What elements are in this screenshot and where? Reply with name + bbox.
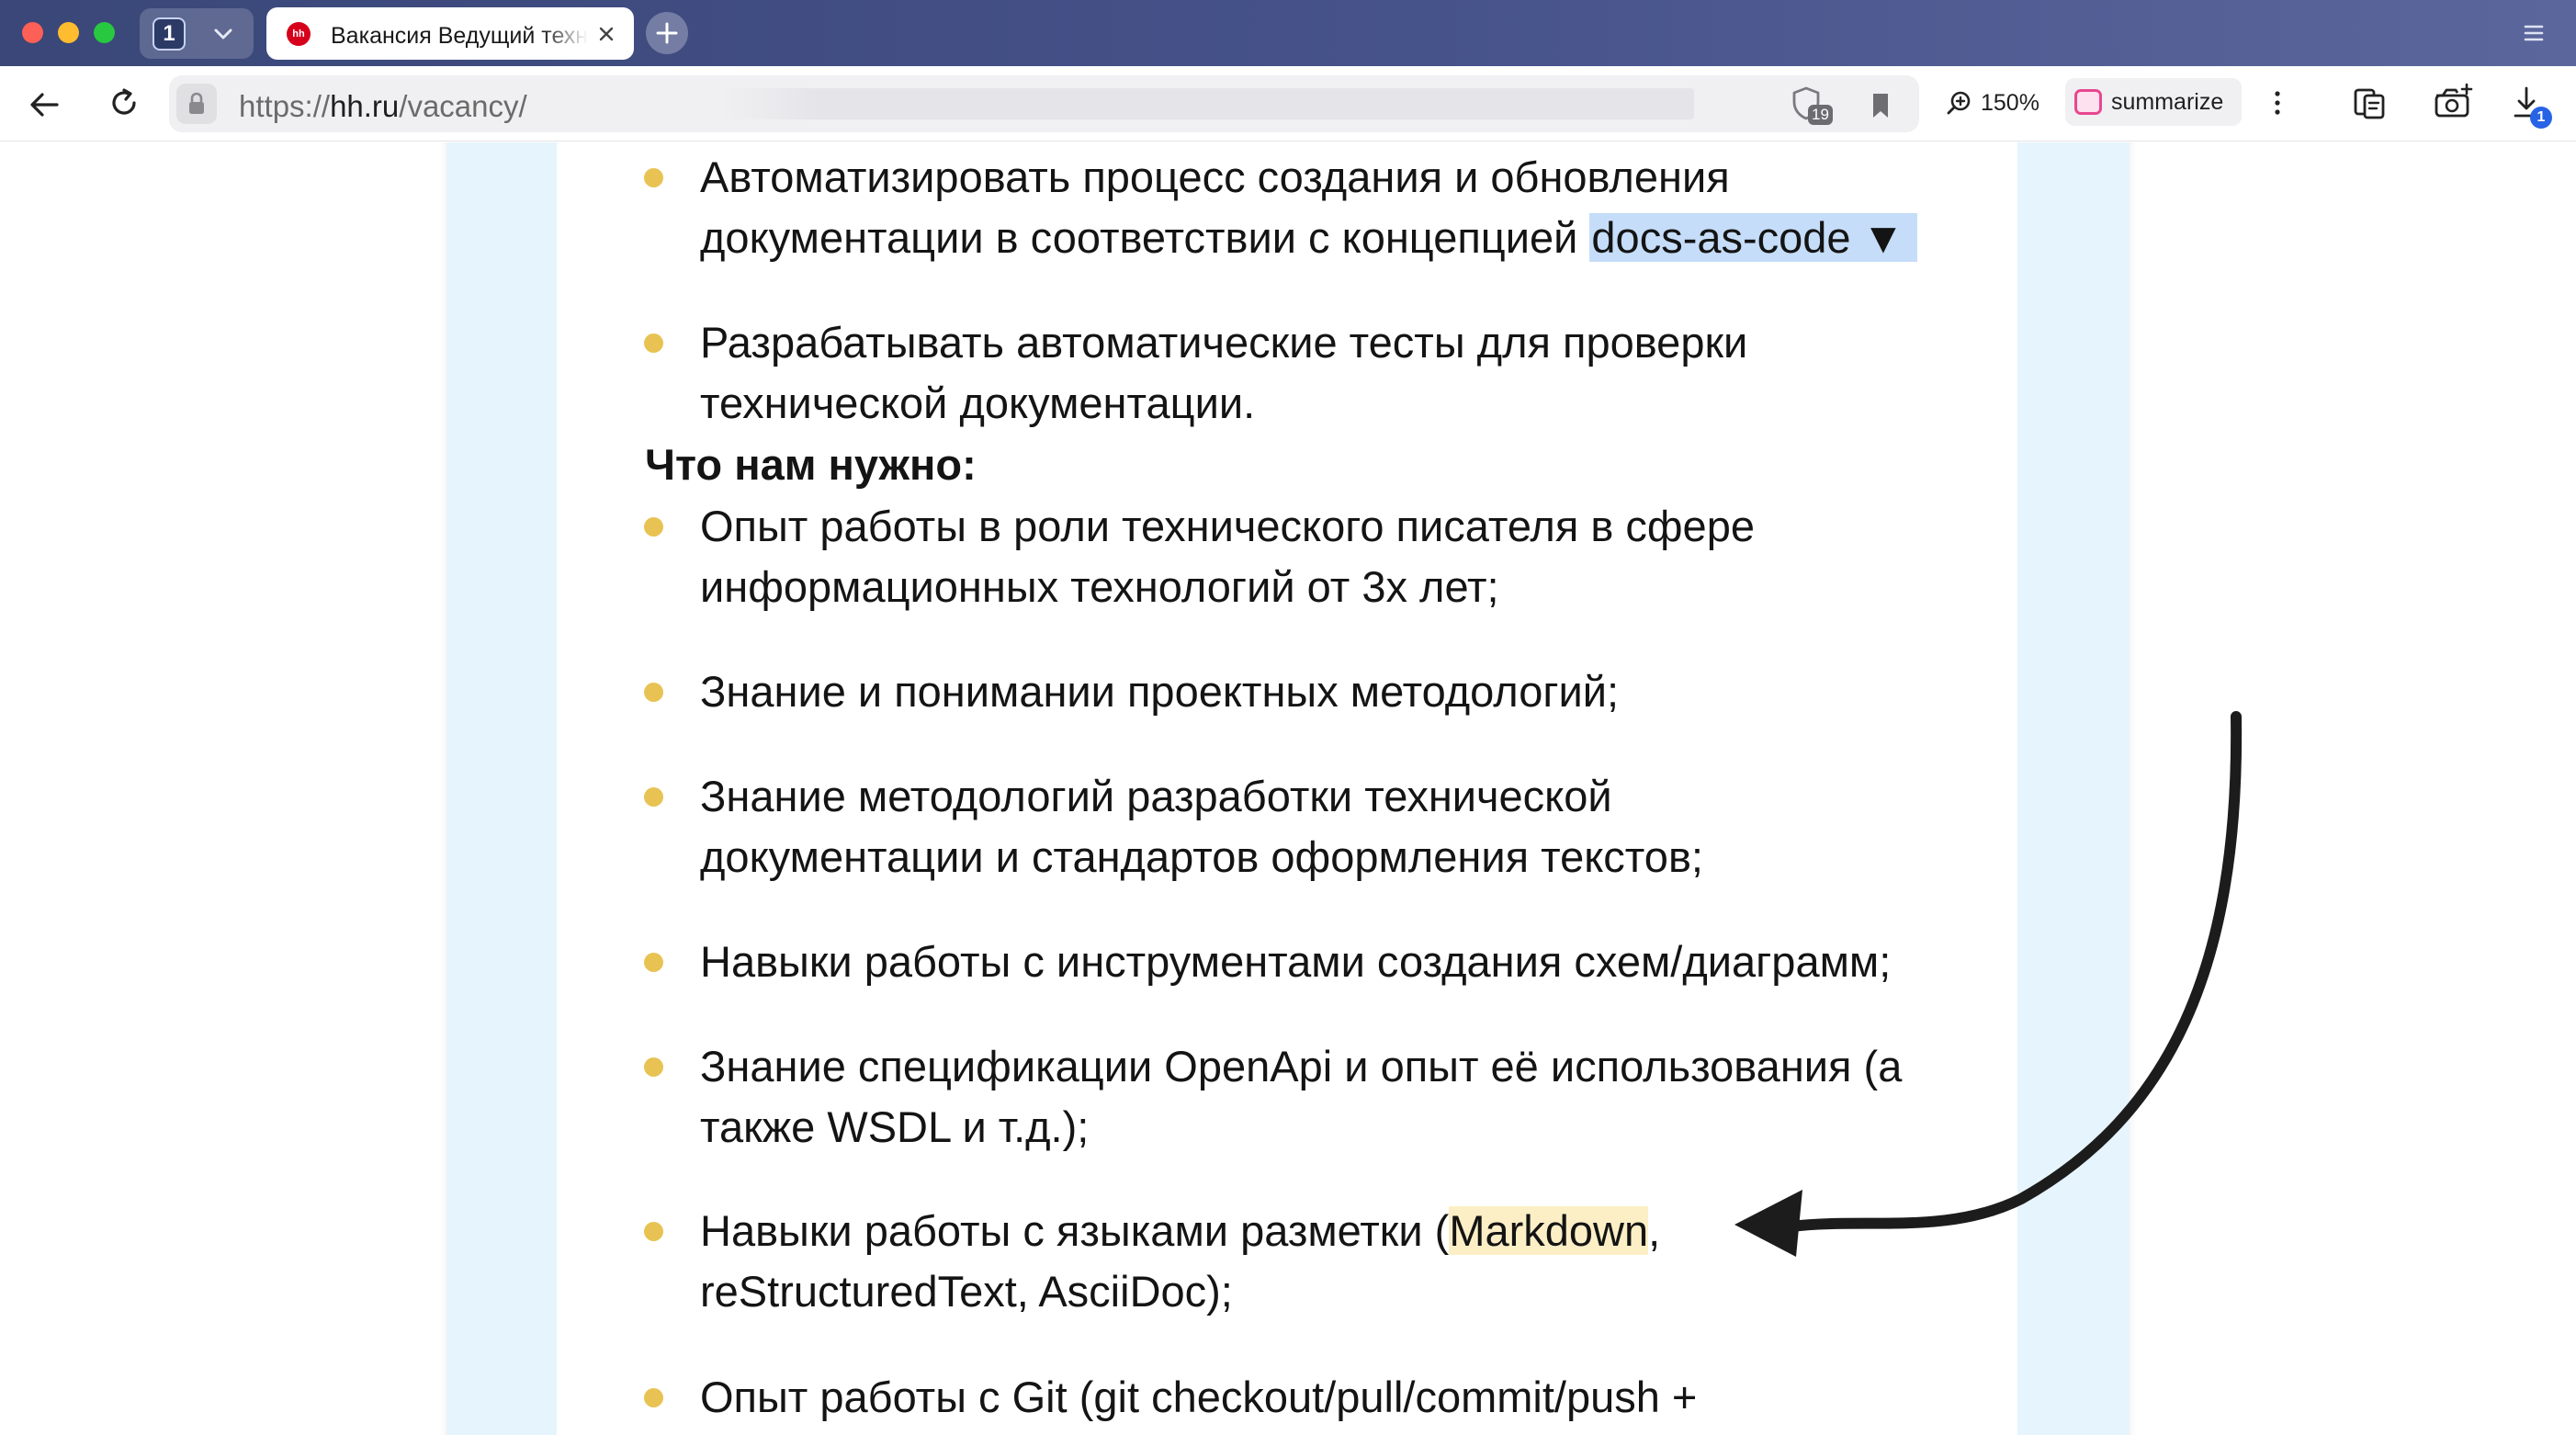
- highlighted-text-markdown: Markdown: [1449, 1206, 1649, 1255]
- bullet-dot: [644, 1057, 663, 1077]
- url-scheme: https://: [239, 89, 331, 123]
- site-info-button[interactable]: [176, 84, 217, 124]
- browser-menu-button[interactable]: [2517, 18, 2550, 48]
- reader-icon: [2354, 88, 2385, 119]
- downloads-count-badge: 1: [2530, 107, 2552, 129]
- browser-toolbar: https://hh.ru/vacancy/ 19 150% summarize: [0, 66, 2576, 141]
- reload-button[interactable]: [104, 83, 144, 123]
- hh-favicon-icon: hh: [287, 22, 311, 46]
- list-item-text: Разрабатывать автоматические тесты для п…: [700, 312, 1940, 434]
- list-item-text: Опыт работы в роли технического писателя…: [700, 496, 1940, 617]
- downloads-button[interactable]: 1: [2508, 81, 2554, 129]
- tab-group: 1: [140, 8, 254, 59]
- url-host: hh.ru: [330, 89, 400, 123]
- tab-close-button[interactable]: [595, 23, 617, 45]
- list-item-line: Знание и понимании проектных методологий…: [700, 667, 1620, 716]
- list-item-text: Знание и понимании проектных методологий…: [700, 661, 1940, 722]
- list-item-line: Опыт работы в роли технического писателя…: [700, 502, 1755, 550]
- list-item-text: Знание спецификации OpenApi и опыт её ис…: [700, 1036, 1940, 1158]
- url-text[interactable]: https://hh.ru/vacancy/: [239, 89, 527, 124]
- close-icon: [599, 27, 614, 41]
- bookmark-icon: [1873, 94, 1888, 118]
- chevron-down-icon: [214, 28, 232, 40]
- zoom-indicator-button[interactable]: 150%: [1935, 79, 2054, 127]
- list-item-text: Опыт работы с Git (git checkout/pull/com…: [700, 1367, 1940, 1428]
- tab-title: Вакансия Ведущий технический писатель: [331, 23, 588, 49]
- list-item-line: технической документации.: [700, 379, 1256, 427]
- list-item-line: Навыки работы с языками разметки (Markdo…: [700, 1201, 1940, 1261]
- bullet-dot: [644, 333, 663, 353]
- list-item-text: Навыки работы с языками разметки (Markdo…: [700, 1201, 1940, 1322]
- tracker-protection-button[interactable]: 19: [1788, 85, 1834, 127]
- zoom-level: 150%: [1981, 90, 2039, 116]
- summarize-label: summarize: [2111, 89, 2224, 115]
- reader-mode-button[interactable]: [2348, 81, 2392, 125]
- list-item-line: Опыт работы с Git (git checkout/pull/com…: [700, 1373, 1698, 1421]
- list-item-line: информационных технологий от 3х лет;: [700, 562, 1499, 611]
- list-item-line: Знание спецификации OpenApi и опыт её ис…: [700, 1042, 1903, 1090]
- tracker-count-badge: 19: [1808, 105, 1833, 125]
- vacancy-description: Автоматизировать процесс создания и обно…: [0, 142, 2576, 1435]
- page-viewport[interactable]: Автоматизировать процесс создания и обно…: [0, 142, 2576, 1435]
- list-item-text: Автоматизировать процесс создания и обно…: [700, 147, 1940, 268]
- list-item-line: reStructuredText, AsciiDoc);: [700, 1267, 1233, 1316]
- more-options-button[interactable]: [2264, 83, 2291, 123]
- reload-icon: [112, 88, 136, 115]
- list-item-text: Навыки работы с инструментами создания с…: [700, 932, 1940, 992]
- more-vertical-icon: [2275, 91, 2280, 115]
- selection-dropdown-caret[interactable]: ▼: [1854, 213, 1918, 262]
- selected-text-docs-as-code[interactable]: docs-as-code: [1589, 213, 1855, 262]
- summarize-button[interactable]: summarize: [2065, 78, 2242, 126]
- bullet-dot: [644, 1222, 663, 1241]
- bookmark-button[interactable]: [1865, 88, 1896, 123]
- bullet-dot: [644, 787, 663, 807]
- bullet-dot: [644, 683, 663, 702]
- camera-plus-icon: [2435, 83, 2473, 118]
- bullet-dot: [644, 168, 663, 187]
- list-item-line: Навыки работы с инструментами создания с…: [700, 937, 1892, 986]
- url-path: /vacancy/: [399, 89, 527, 123]
- list-item-line: документации в соответствии с концепцией…: [700, 208, 1940, 268]
- new-tab-button[interactable]: [646, 12, 688, 54]
- list-item-fragment: ,: [1648, 1206, 1661, 1255]
- hamburger-menu-icon: [2524, 25, 2544, 41]
- tab-counter-button[interactable]: 1: [153, 17, 186, 51]
- list-item-fragment: документации в соответствии с концепцией: [700, 213, 1590, 262]
- list-item-line: Автоматизировать процесс создания и обно…: [700, 153, 1730, 201]
- minimize-window-button[interactable]: [58, 22, 79, 43]
- list-item-line: документации и стандартов оформления тек…: [700, 832, 1703, 881]
- arrow-left-icon: [30, 93, 59, 117]
- active-tab[interactable]: hh Вакансия Ведущий технический писатель: [266, 7, 634, 60]
- list-item-line: Знание методологий разработки техническо…: [700, 772, 1612, 820]
- back-button[interactable]: [24, 85, 64, 125]
- list-item-text: Знание методологий разработки техническо…: [700, 766, 1940, 887]
- address-bar[interactable]: https://hh.ru/vacancy/ 19: [169, 75, 1919, 132]
- list-item-line: также WSDL и т.д.);: [700, 1102, 1090, 1151]
- url-blurred-region: [720, 88, 1694, 119]
- lock-icon: [189, 92, 204, 114]
- list-item-fragment: Навыки работы с языками разметки (: [700, 1206, 1450, 1255]
- tabs-dropdown-button[interactable]: [202, 14, 244, 54]
- quote-icon: [2074, 89, 2102, 115]
- section-heading: Что нам нужно:: [645, 440, 977, 489]
- plus-icon: [656, 22, 678, 44]
- browser-title-bar: 1 hh Вакансия Ведущий технический писате…: [0, 0, 2576, 66]
- close-window-button[interactable]: [22, 22, 43, 43]
- list-item-line: Разрабатывать автоматические тесты для п…: [700, 318, 1748, 367]
- maximize-window-button[interactable]: [94, 22, 115, 43]
- screenshot-button[interactable]: [2429, 79, 2477, 125]
- zoom-in-icon: [1947, 91, 1971, 115]
- bullet-dot: [644, 1388, 663, 1407]
- bullet-dot: [644, 517, 663, 537]
- bullet-dot: [644, 953, 663, 972]
